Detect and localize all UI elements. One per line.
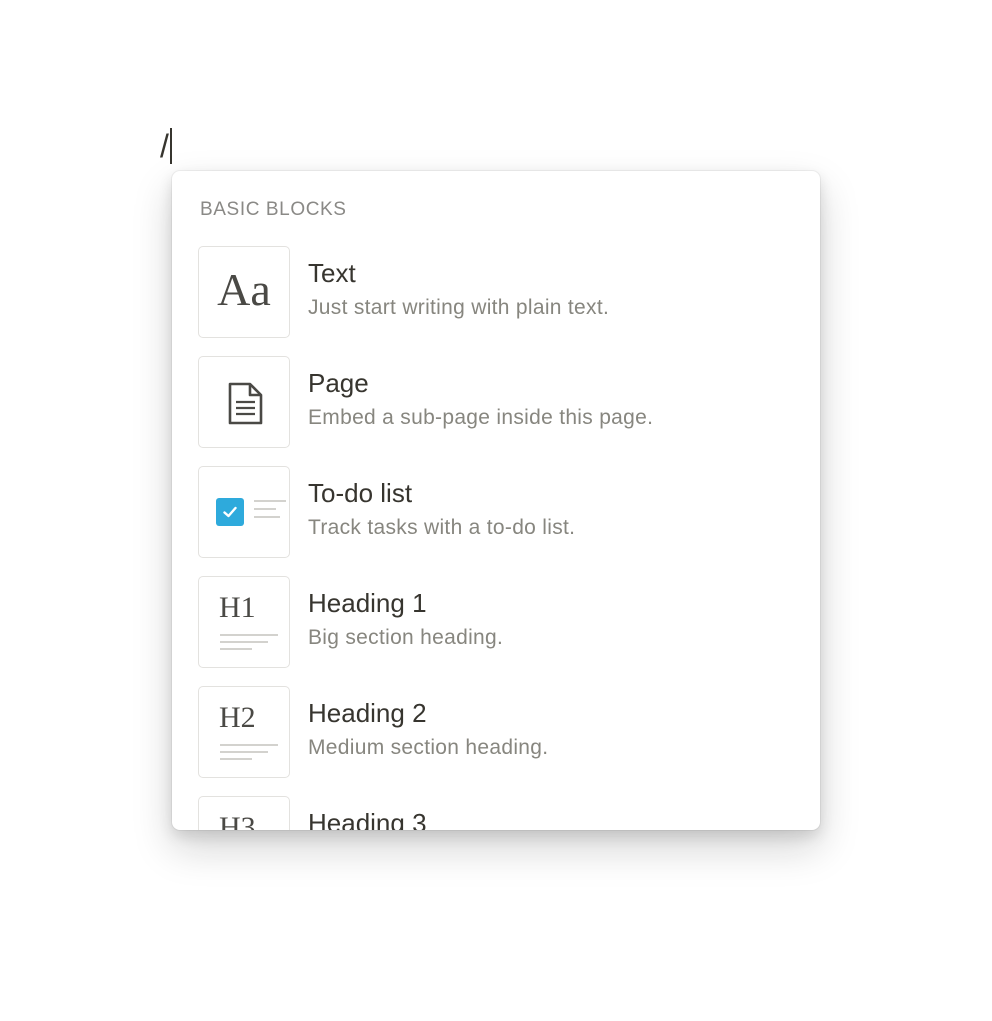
todo-checkbox-icon: [198, 466, 290, 558]
menu-item-page[interactable]: Page Embed a sub-page inside this page.: [198, 356, 794, 452]
heading-1-icon: H1: [198, 576, 290, 668]
menu-item-title: Heading 2: [308, 698, 427, 728]
editor-line[interactable]: /: [160, 126, 172, 166]
h1-glyph: H1: [219, 591, 256, 624]
menu-item-title: Page: [308, 368, 369, 398]
menu-item-description: Medium section heading.: [308, 736, 549, 759]
aa-glyph: Aa: [217, 264, 271, 315]
checkbox-checked-icon: [216, 498, 244, 526]
menu-item-title: Heading 3: [308, 808, 427, 830]
menu-item-text[interactable]: Aa Text Just start writing with plain te…: [198, 246, 794, 342]
menu-item-title: Text: [308, 258, 356, 288]
menu-item-description: Track tasks with a to-do list.: [308, 516, 576, 539]
menu-item-heading-3[interactable]: H3 Heading 3: [198, 796, 794, 830]
menu-item-heading-2[interactable]: H2 Heading 2 Medium section heading.: [198, 686, 794, 782]
section-header-basic-blocks: BASIC BLOCKS: [200, 199, 347, 220]
menu-scroll-area[interactable]: BASIC BLOCKS Aa Text Just start writing …: [172, 171, 820, 830]
h3-glyph: H3: [219, 811, 256, 830]
menu-item-title: Heading 1: [308, 588, 427, 618]
menu-item-description: Embed a sub-page inside this page.: [308, 406, 654, 429]
menu-item-description: Just start writing with plain text.: [308, 296, 610, 319]
heading-2-icon: H2: [198, 686, 290, 778]
menu-item-heading-1[interactable]: H1 Heading 1 Big section heading.: [198, 576, 794, 672]
slash-command-menu[interactable]: BASIC BLOCKS Aa Text Just start writing …: [172, 171, 820, 830]
h2-glyph: H2: [219, 701, 256, 734]
text-aa-icon: Aa: [198, 246, 290, 338]
menu-item-description: Big section heading.: [308, 626, 504, 649]
page-document-icon: [198, 356, 290, 448]
text-caret: [169, 128, 172, 164]
menu-item-todo-list[interactable]: To-do list Track tasks with a to-do list…: [198, 466, 794, 562]
typed-slash: /: [160, 128, 169, 164]
menu-item-title: To-do list: [308, 478, 413, 508]
heading-3-icon: H3: [198, 796, 290, 830]
